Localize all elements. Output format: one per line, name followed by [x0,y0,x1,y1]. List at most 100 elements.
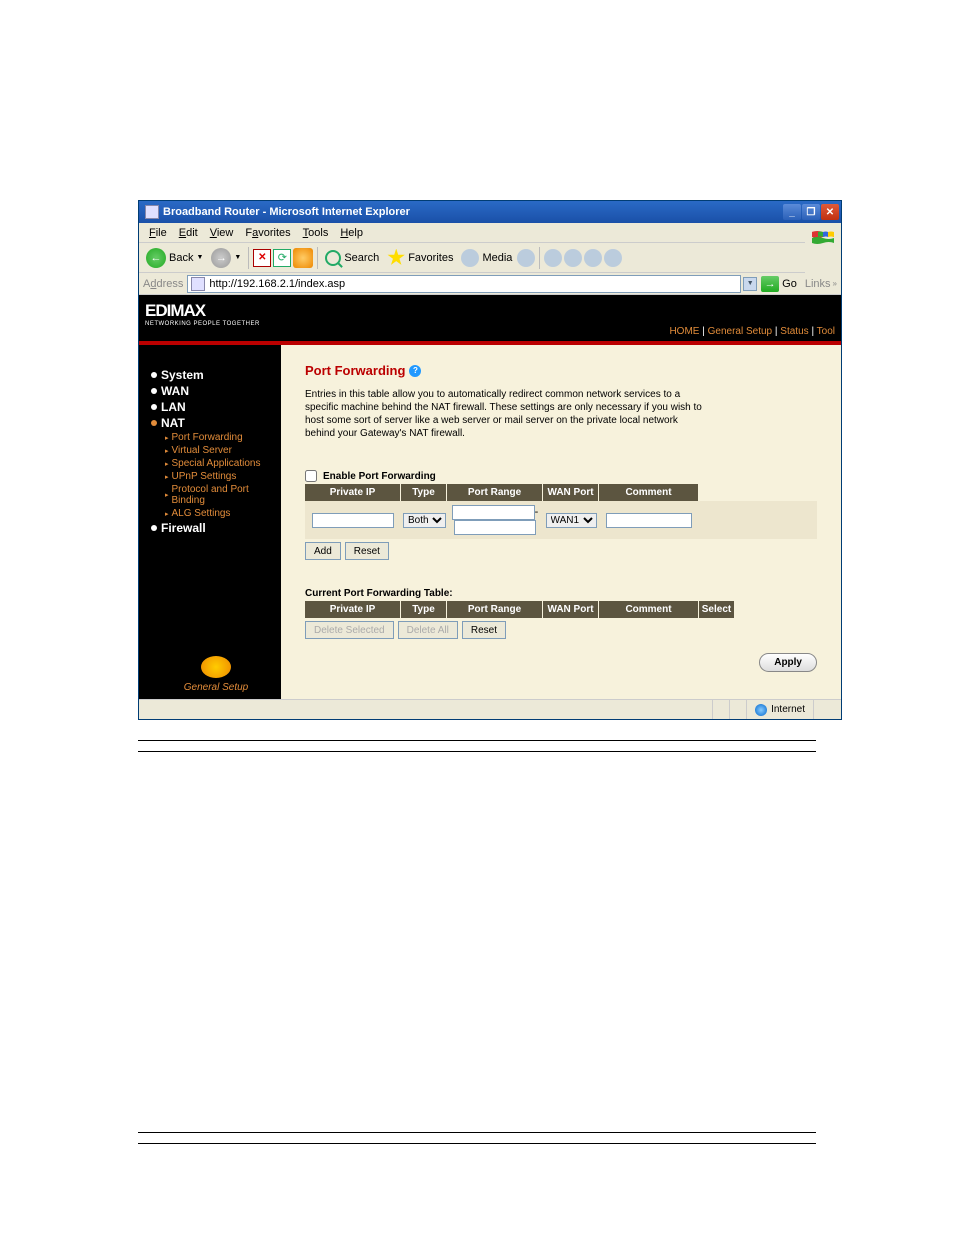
media-button[interactable]: Media [458,247,515,269]
address-bar: Address http://192.168.2.1/index.asp ▼ →… [139,273,841,295]
toolbar: ←Back ▼ →▼ ✕ ⟳ Search Favorites Media [139,243,805,273]
star-icon [387,249,405,267]
sidebar-item-wan[interactable]: WAN [151,383,281,399]
brand-logo: EDIMAX NETWORKING PEOPLE TOGETHER [145,301,260,327]
bullet-icon [151,525,157,531]
back-button[interactable]: ←Back ▼ [143,246,206,270]
go-label: Go [782,278,797,290]
sidebar-item-firewall[interactable]: Firewall [151,520,281,536]
add-button[interactable]: Add [305,542,341,560]
divider [138,1132,816,1133]
links-label[interactable]: Links [805,278,831,290]
menu-edit[interactable]: Edit [173,225,204,241]
ie-icon [145,205,159,219]
bullet-icon [151,404,157,410]
discuss-button[interactable] [604,249,622,267]
reset2-button[interactable]: Reset [462,621,506,639]
type-select[interactable]: Both [403,513,446,528]
main-panel: Port Forwarding ? Entries in this table … [281,345,841,699]
page-header: EDIMAX NETWORKING PEOPLE TOGETHER HOME |… [139,295,841,341]
menubar: File Edit View Favorites Tools Help [139,223,805,243]
forward-icon: → [211,248,231,268]
footer-icon [201,656,231,678]
page-description: Entries in this table allow you to autom… [305,388,705,440]
favorites-button[interactable]: Favorites [384,247,456,269]
go-button[interactable]: → [761,276,779,292]
sidebar: System WAN LAN NAT Port Forwarding Virtu… [139,345,281,699]
history-button[interactable] [517,249,535,267]
col2-private-ip: Private IP [305,601,401,618]
mail-button[interactable] [544,249,562,267]
col2-wan-port: WAN Port [543,601,599,618]
current-table-title: Current Port Forwarding Table: [305,588,817,599]
refresh-button[interactable]: ⟳ [273,249,291,267]
windows-logo-icon [805,223,841,253]
print-button[interactable] [564,249,582,267]
reset-button[interactable]: Reset [345,542,389,560]
status-bar: Internet [139,699,841,719]
stop-button[interactable]: ✕ [253,249,271,267]
minimize-button[interactable]: _ [783,204,801,220]
menu-favorites[interactable]: Favorites [239,225,296,241]
window-title: Broadband Router - Microsoft Internet Ex… [163,206,410,218]
menu-file[interactable]: File [143,225,173,241]
sidebar-sub-upnp[interactable]: UPnP Settings [165,470,281,483]
apply-button[interactable]: Apply [759,653,817,672]
col2-type: Type [401,601,447,618]
sidebar-footer: General Setup [151,656,281,699]
divider [138,751,816,752]
divider [138,1143,816,1144]
close-button[interactable]: ✕ [821,204,839,220]
help-icon[interactable]: ? [409,365,421,377]
sidebar-sub-vserver[interactable]: Virtual Server [165,444,281,457]
sidebar-sub-protobind[interactable]: Protocol and Port Binding [165,483,281,507]
sidebar-item-nat[interactable]: NAT [151,415,281,431]
private-ip-input[interactable] [312,513,395,528]
search-icon [325,250,341,266]
browser-window: Broadband Router - Microsoft Internet Ex… [138,200,842,720]
address-dropdown[interactable]: ▼ [743,277,757,291]
col-wan-port: WAN Port [543,484,599,501]
nav-status[interactable]: Status [780,326,808,337]
sidebar-sub-portfwd[interactable]: Port Forwarding [165,431,281,444]
edit-button[interactable] [584,249,602,267]
nav-general[interactable]: General Setup [708,326,773,337]
delete-all-button[interactable]: Delete All [398,621,458,639]
address-input[interactable]: http://192.168.2.1/index.asp [187,275,741,293]
delete-selected-button[interactable]: Delete Selected [305,621,394,639]
add-table: Private IP Type Port Range WAN Port Comm… [305,484,817,539]
nav-tool[interactable]: Tool [817,326,835,337]
page-content: EDIMAX NETWORKING PEOPLE TOGETHER HOME |… [139,295,841,699]
back-icon: ← [146,248,166,268]
col2-port-range: Port Range [447,601,543,618]
divider [138,740,816,741]
col2-comment: Comment [599,601,699,618]
sidebar-sub-special[interactable]: Special Applications [165,457,281,470]
home-button[interactable] [293,248,313,268]
col-port-range: Port Range [447,484,543,501]
sidebar-item-system[interactable]: System [151,367,281,383]
top-nav: HOME | General Setup | Status | Tool [669,326,835,337]
nav-home[interactable]: HOME [669,326,699,337]
menu-view[interactable]: View [204,225,240,241]
comment-input[interactable] [606,513,692,528]
col2-select: Select [699,601,735,618]
media-icon [461,249,479,267]
menu-tools[interactable]: Tools [297,225,335,241]
titlebar: Broadband Router - Microsoft Internet Ex… [139,201,841,223]
port-from-input[interactable] [452,505,535,520]
bullet-icon [151,372,157,378]
wan-select[interactable]: WAN1 [546,513,597,528]
sidebar-sub-alg[interactable]: ALG Settings [165,507,281,520]
maximize-button[interactable]: ❐ [802,204,820,220]
enable-checkbox[interactable] [305,470,317,482]
page-title: Port Forwarding ? [305,363,817,378]
search-button[interactable]: Search [322,248,382,268]
port-to-input[interactable] [454,520,537,535]
menu-help[interactable]: Help [334,225,369,241]
col-private-ip: Private IP [305,484,401,501]
col-comment: Comment [599,484,699,501]
sidebar-item-lan[interactable]: LAN [151,399,281,415]
forward-button[interactable]: →▼ [208,246,244,270]
page-icon [191,277,205,291]
